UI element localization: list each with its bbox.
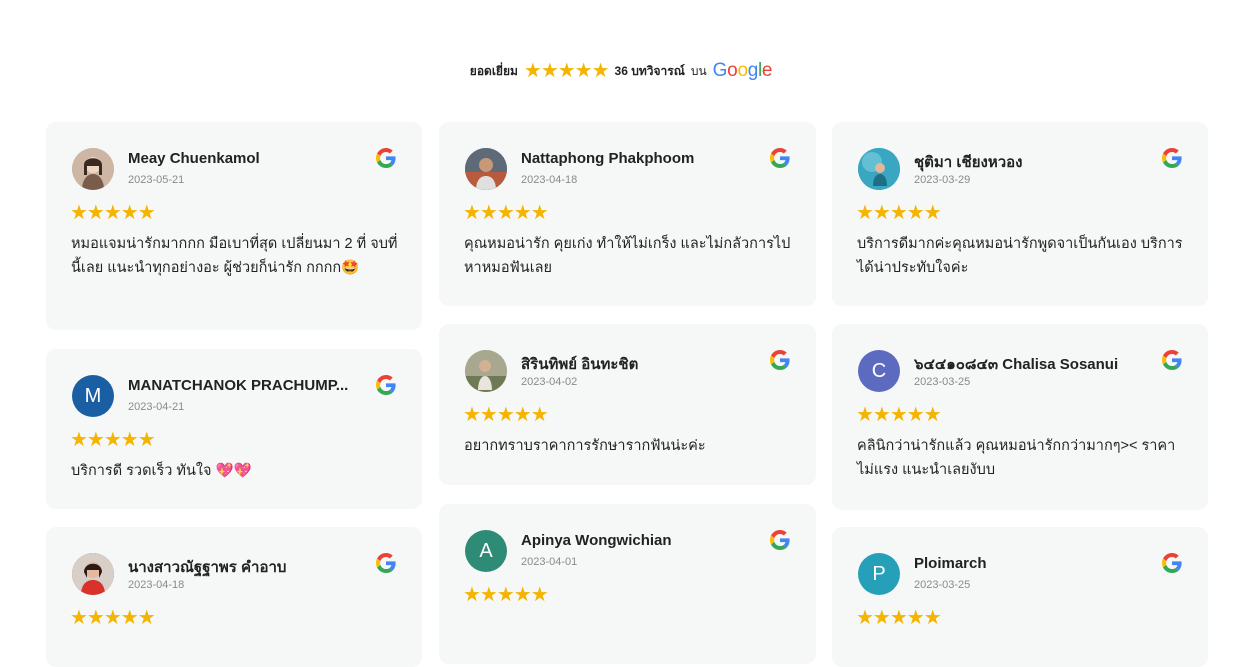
review-date: 2023-03-25 (914, 579, 971, 591)
review-card: P Ploimarch 2023-03-25 ★★★★★ (832, 527, 1208, 667)
avatar: C (858, 350, 900, 392)
reviewer-name[interactable]: ชุติมา เชียงหวอง (914, 150, 1022, 174)
review-card: A Apinya Wongwichian 2023-04-01 ★★★★★ (439, 504, 816, 664)
avatar: M (72, 375, 114, 417)
reviewer-name[interactable]: ๖๔๔๑๐๘๔๓ Chalisa Sosanui (914, 352, 1118, 376)
review-card: สิรินทิพย์ อินทะชิต 2023-04-02 ★★★★★ อยา… (439, 324, 816, 485)
google-icon[interactable] (376, 148, 396, 168)
avatar-initial: A (479, 539, 493, 562)
google-icon[interactable] (1162, 350, 1182, 370)
review-card: M MANATCHANOK PRACHUMP... 2023-04-21 ★★★… (46, 349, 422, 509)
review-card: นางสาวณัฐฐาพร คำอาบ 2023-04-18 ★★★★★ (46, 527, 422, 667)
avatar (465, 148, 507, 190)
review-card: Meay Chuenkamol 2023-05-21 ★★★★★ หมอแจมน… (46, 122, 422, 330)
review-card: Nattaphong Phakphoom 2023-04-18 ★★★★★ คุ… (439, 122, 816, 306)
review-card: C ๖๔๔๑๐๘๔๓ Chalisa Sosanui 2023-03-25 ★★… (832, 324, 1208, 510)
avatar: P (858, 553, 900, 595)
star-rating: ★★★★★ (463, 404, 549, 426)
rating-label: ยอดเยี่ยม (469, 63, 518, 78)
avatar: A (465, 530, 507, 572)
reviewer-name[interactable]: Apinya Wongwichian (521, 532, 672, 549)
google-icon[interactable] (770, 148, 790, 168)
reviewer-name[interactable]: นางสาวณัฐฐาพร คำอาบ (128, 555, 286, 579)
review-card: ชุติมา เชียงหวอง 2023-03-29 ★★★★★ บริการ… (832, 122, 1208, 306)
star-rating: ★★★★★ (856, 607, 942, 629)
google-icon[interactable] (770, 350, 790, 370)
reviewer-name[interactable]: Meay Chuenkamol (128, 150, 260, 167)
avatar-initial: P (872, 562, 886, 585)
google-icon[interactable] (770, 530, 790, 550)
rating-stars: ★★★★★ (523, 60, 610, 82)
review-count: 36 บทวิจารณ์ (614, 63, 685, 78)
avatar (72, 553, 114, 595)
avatar (72, 148, 114, 190)
google-icon[interactable] (376, 553, 396, 573)
star-rating: ★★★★★ (70, 429, 156, 451)
star-rating: ★★★★★ (70, 607, 156, 629)
review-text: อยากทราบราคาการรักษารากฟันน่ะค่ะ (464, 438, 706, 454)
review-date: 2023-04-18 (128, 579, 185, 591)
review-date: 2023-04-18 (521, 174, 578, 186)
reviewer-name[interactable]: Ploimarch (914, 555, 987, 572)
review-text: หมอแจมน่ารักมากกก มือเบาที่สุด เปลี่ยนมา… (71, 236, 398, 276)
google-icon[interactable] (376, 375, 396, 395)
review-text: บริการดีมากค่ะคุณหมอน่ารักพูดจาเป็นกันเอ… (857, 236, 1183, 276)
star-rating: ★★★★★ (856, 404, 942, 426)
avatar-initial: M (84, 384, 102, 407)
review-date: 2023-03-25 (914, 376, 971, 388)
avatar (465, 350, 507, 392)
review-date: 2023-03-29 (914, 174, 971, 186)
star-rating: ★★★★★ (463, 584, 549, 606)
star-rating: ★★★★★ (70, 202, 156, 224)
reviewer-name[interactable]: สิรินทิพย์ อินทะชิต (521, 352, 638, 376)
reviewer-name[interactable]: Nattaphong Phakphoom (521, 150, 694, 167)
google-icon[interactable] (1162, 553, 1182, 573)
avatar-initial: C (871, 359, 887, 382)
star-rating: ★★★★★ (463, 202, 549, 224)
rating-summary: ยอดเยี่ยม ★★★★★ 36 บทวิจารณ์ บน Google (0, 60, 1242, 82)
review-text: คุณหมอน่ารัก คุยเก่ง ทำให้ไม่เกร็ง และไม… (464, 236, 791, 276)
avatar (858, 148, 900, 190)
star-rating: ★★★★★ (856, 202, 942, 224)
review-date: 2023-05-21 (128, 174, 185, 186)
google-logo[interactable]: Google (713, 60, 773, 82)
on-label: บน (690, 63, 707, 78)
review-date: 2023-04-21 (128, 401, 185, 413)
review-text: คลินิกว่าน่ารักแล้ว คุณหมอน่ารักกว่ามากๆ… (857, 438, 1176, 478)
google-icon[interactable] (1162, 148, 1182, 168)
review-date: 2023-04-02 (521, 376, 578, 388)
reviewer-name[interactable]: MANATCHANOK PRACHUMP... (128, 377, 348, 394)
review-date: 2023-04-01 (521, 556, 578, 568)
review-text: บริการดี รวดเร็ว ทันใจ 💖💖 (71, 463, 252, 479)
